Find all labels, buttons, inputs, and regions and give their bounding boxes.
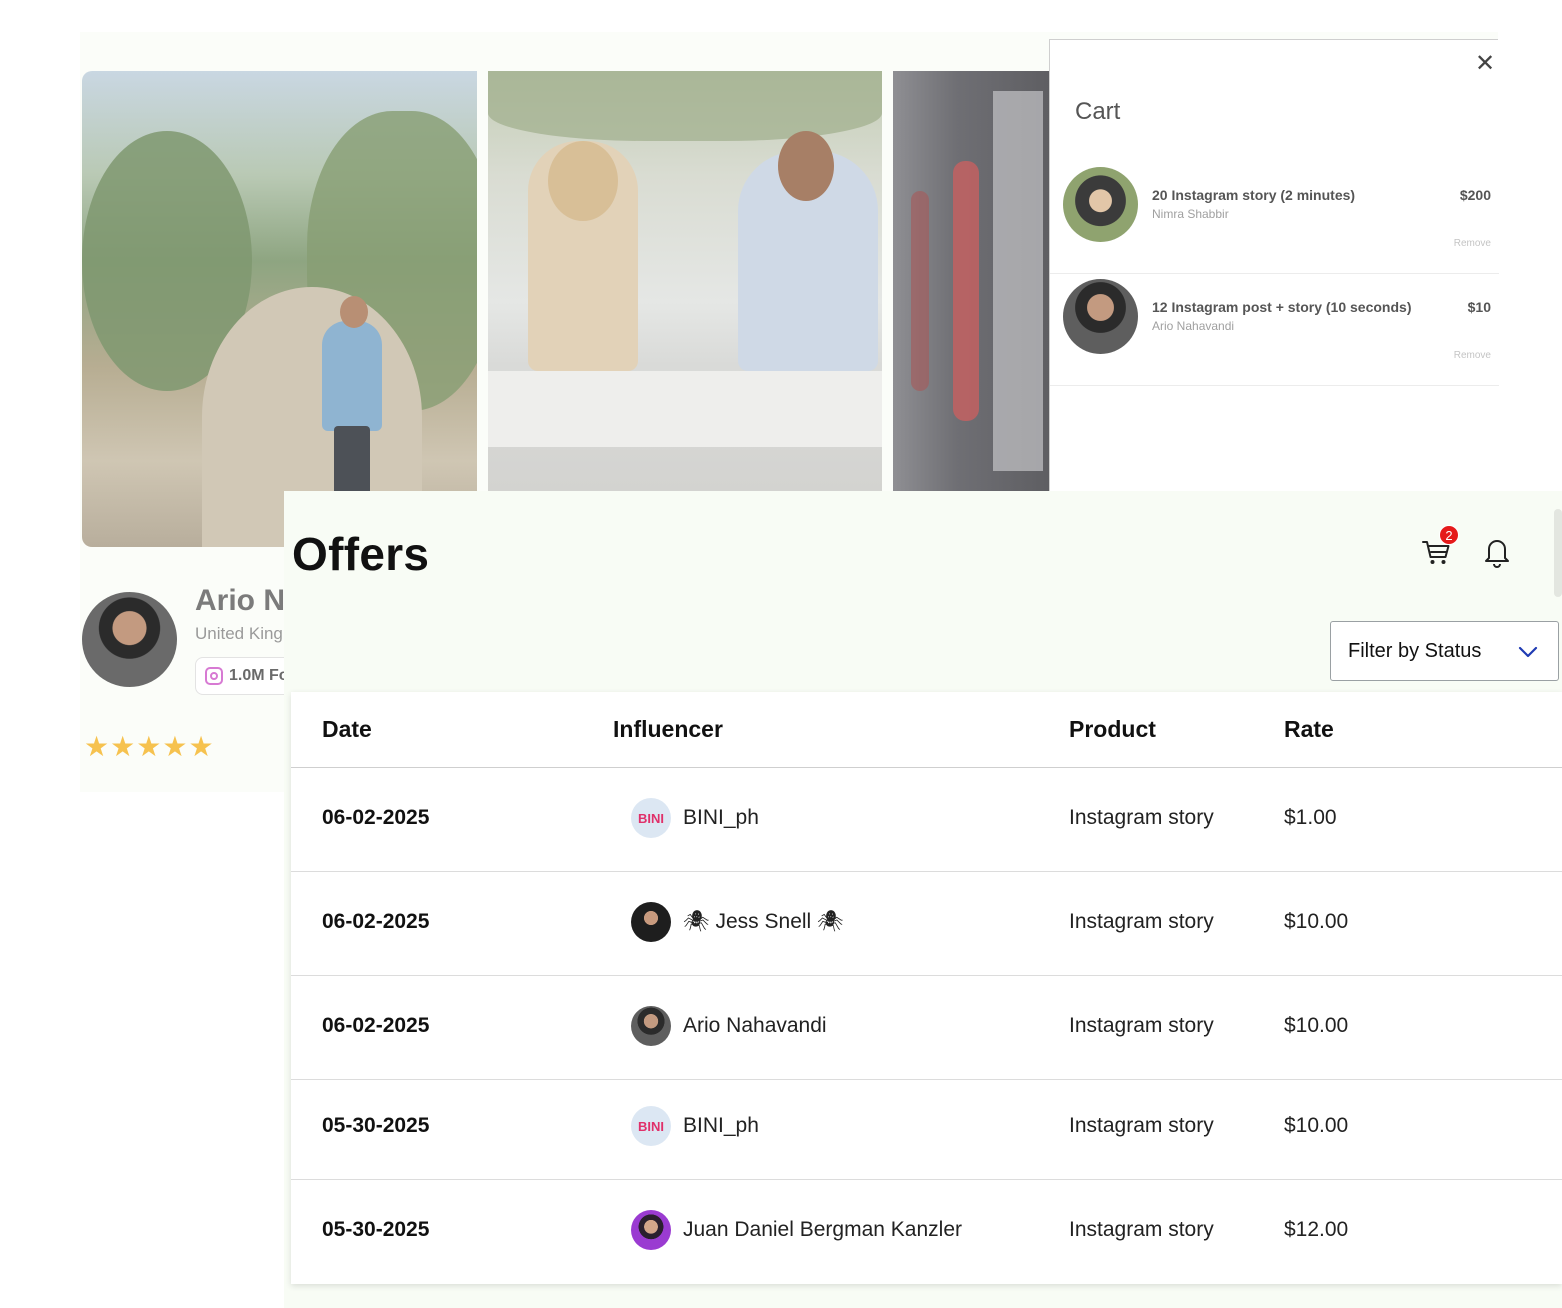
offer-product: Instagram story	[1069, 1218, 1214, 1241]
avatar	[1063, 167, 1138, 242]
offer-date: 06-02-2025	[322, 1014, 430, 1037]
offer-rate: $12.00	[1284, 1218, 1349, 1241]
table-header: Date Influencer Product Rate	[291, 692, 1562, 768]
offer-product: Instagram story	[1069, 806, 1214, 829]
cart-item-price: $10	[1467, 299, 1491, 315]
status-filter-select[interactable]: Filter by Status	[1330, 621, 1559, 681]
table-row[interactable]: 06-02-2025 BINI BINI_ph Instagram story …	[291, 768, 1562, 872]
cart-item-title: 12 Instagram post + story (10 seconds)	[1152, 299, 1412, 315]
offer-rate: $10.00	[1284, 1014, 1349, 1037]
column-header-product[interactable]: Product	[1069, 716, 1156, 743]
influencer-name: BINI_ph	[683, 1114, 759, 1137]
cart-item-influencer: Ario Nahavandi	[1152, 319, 1235, 333]
table-row[interactable]: 06-02-2025 Ario Nahavandi Instagram stor…	[291, 976, 1562, 1080]
offers-panel: Offers 2 Filter by Status Date Influence…	[284, 491, 1562, 1308]
cart-title: Cart	[1075, 98, 1121, 125]
offer-product: Instagram story	[1069, 910, 1214, 933]
offer-influencer[interactable]: BINI BINI_ph	[631, 1106, 759, 1146]
instagram-icon	[205, 667, 223, 685]
page-title: Offers	[292, 528, 430, 580]
star-icon: ★	[84, 731, 111, 762]
offer-rate: $10.00	[1284, 910, 1349, 933]
avatar: BINI	[631, 798, 671, 838]
influencer-name: 🕷 Jess Snell 🕷	[683, 910, 844, 933]
avatar	[631, 902, 671, 942]
remove-link[interactable]: Remove	[1454, 238, 1491, 249]
table-row[interactable]: 06-02-2025 🕷 Jess Snell 🕷 Instagram stor…	[291, 872, 1562, 976]
cart-item-influencer: Nimra Shabbir	[1152, 207, 1229, 221]
offer-rate: $10.00	[1284, 1114, 1349, 1137]
offer-date: 05-30-2025	[322, 1218, 430, 1241]
screen: Ario Na United King 1.0M Fo ★★★★★ ✕ Cart…	[0, 0, 1562, 1308]
offer-influencer[interactable]: Ario Nahavandi	[631, 1006, 827, 1046]
cart-drawer: ✕ Cart 20 Instagram story (2 minutes) Ni…	[1049, 39, 1499, 491]
cart-item: 12 Instagram post + story (10 seconds) A…	[1050, 274, 1499, 386]
cart-item-price: $200	[1459, 187, 1491, 203]
offer-date: 06-02-2025	[322, 806, 430, 829]
influencer-name: BINI_ph	[683, 806, 759, 829]
offer-influencer[interactable]: BINI BINI_ph	[631, 798, 759, 838]
remove-link[interactable]: Remove	[1454, 350, 1491, 361]
star-icon: ★	[162, 731, 189, 762]
status-filter-label: Filter by Status	[1348, 639, 1482, 662]
profile-avatar	[82, 592, 177, 687]
avatar	[631, 1006, 671, 1046]
offer-influencer[interactable]: 🕷 Jess Snell 🕷	[631, 902, 844, 942]
offer-influencer[interactable]: Juan Daniel Bergman Kanzler	[631, 1210, 962, 1250]
cart-item-title: 20 Instagram story (2 minutes)	[1152, 187, 1356, 203]
star-icon: ★	[110, 731, 137, 762]
rating-stars: ★★★★★	[84, 730, 215, 763]
scrollbar[interactable]	[1554, 509, 1562, 597]
influencer-name: Ario Nahavandi	[683, 1014, 827, 1037]
avatar	[631, 1210, 671, 1250]
avatar: BINI	[631, 1106, 671, 1146]
star-icon: ★	[136, 731, 163, 762]
star-icon: ★	[188, 731, 215, 762]
cart-count-badge: 2	[1439, 525, 1459, 545]
column-header-influencer[interactable]: Influencer	[613, 716, 723, 743]
profile-photo-event[interactable]	[893, 71, 1051, 491]
table-row[interactable]: 05-30-2025 BINI BINI_ph Instagram story …	[291, 1076, 1562, 1180]
notifications-button[interactable]	[1481, 535, 1513, 569]
avatar	[1063, 279, 1138, 354]
column-header-date[interactable]: Date	[322, 716, 372, 743]
profile-country: United King	[195, 624, 283, 643]
chevron-down-icon	[1518, 646, 1538, 658]
offer-product: Instagram story	[1069, 1014, 1214, 1037]
offer-date: 05-30-2025	[322, 1114, 430, 1137]
influencer-name: Juan Daniel Bergman Kanzler	[683, 1218, 962, 1241]
cart-item: 20 Instagram story (2 minutes) Nimra Sha…	[1050, 162, 1499, 274]
profile-photo-garden[interactable]	[82, 71, 477, 547]
offer-product: Instagram story	[1069, 1114, 1214, 1137]
offer-date: 06-02-2025	[322, 910, 430, 933]
followers-count: 1.0M Fo	[229, 667, 289, 684]
column-header-rate[interactable]: Rate	[1284, 716, 1334, 743]
table-row[interactable]: 05-30-2025 Juan Daniel Bergman Kanzler I…	[291, 1180, 1562, 1284]
close-icon[interactable]: ✕	[1475, 52, 1495, 76]
bell-icon	[1485, 540, 1509, 568]
offers-table: Date Influencer Product Rate 06-02-2025 …	[291, 692, 1562, 1284]
profile-photo-kitchen[interactable]	[488, 71, 882, 491]
offer-rate: $1.00	[1284, 806, 1337, 829]
